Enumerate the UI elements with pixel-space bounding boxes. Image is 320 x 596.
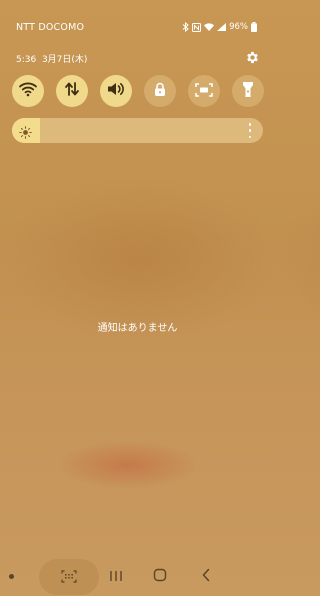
capture-icon	[195, 82, 213, 101]
brightness-slider[interactable]	[12, 118, 263, 143]
nfc-icon	[192, 22, 202, 32]
keyboard-icon	[61, 568, 77, 587]
signal-icon	[217, 23, 227, 31]
flashlight-icon	[242, 81, 254, 102]
sun-icon	[19, 124, 32, 139]
dot-indicator	[9, 574, 14, 579]
keyboard-button[interactable]	[39, 559, 99, 595]
home-icon	[153, 567, 167, 586]
wifi-icon	[204, 23, 215, 31]
recent-apps-button[interactable]	[106, 566, 126, 586]
tile-screen-capture[interactable]	[188, 75, 220, 107]
settings-button[interactable]	[243, 50, 261, 68]
no-notifications-text: 通知はありません	[97, 323, 178, 334]
carrier-label: NTT DOCOMO	[16, 22, 85, 33]
speaker-icon	[107, 81, 125, 101]
lock-icon	[153, 82, 167, 101]
more-vertical-icon[interactable]	[247, 123, 253, 138]
battery-icon	[251, 22, 257, 32]
clock-time: 5:36	[16, 55, 37, 65]
back-icon	[201, 567, 211, 586]
tile-wifi[interactable]	[12, 75, 44, 107]
tile-mobile-data[interactable]	[56, 75, 88, 107]
back-button[interactable]	[196, 566, 216, 586]
datetime-row: 5:36 3月7日(木)	[16, 52, 87, 65]
tile-sound[interactable]	[100, 75, 132, 107]
bluetooth-icon	[182, 22, 189, 32]
home-button[interactable]	[150, 566, 170, 586]
gear-icon	[245, 50, 260, 69]
status-icons: 96%	[182, 22, 257, 32]
recent-apps-icon	[109, 567, 123, 586]
tile-rotation-lock[interactable]	[144, 75, 176, 107]
battery-percent: 96%	[229, 22, 248, 32]
data-arrows-icon	[64, 81, 80, 101]
quick-settings-panel	[12, 75, 264, 107]
status-bar: NTT DOCOMO 96%	[0, 0, 275, 40]
date-label: 3月7日(木)	[41, 55, 88, 65]
tile-flashlight[interactable]	[232, 75, 264, 107]
wifi-icon	[19, 81, 37, 101]
